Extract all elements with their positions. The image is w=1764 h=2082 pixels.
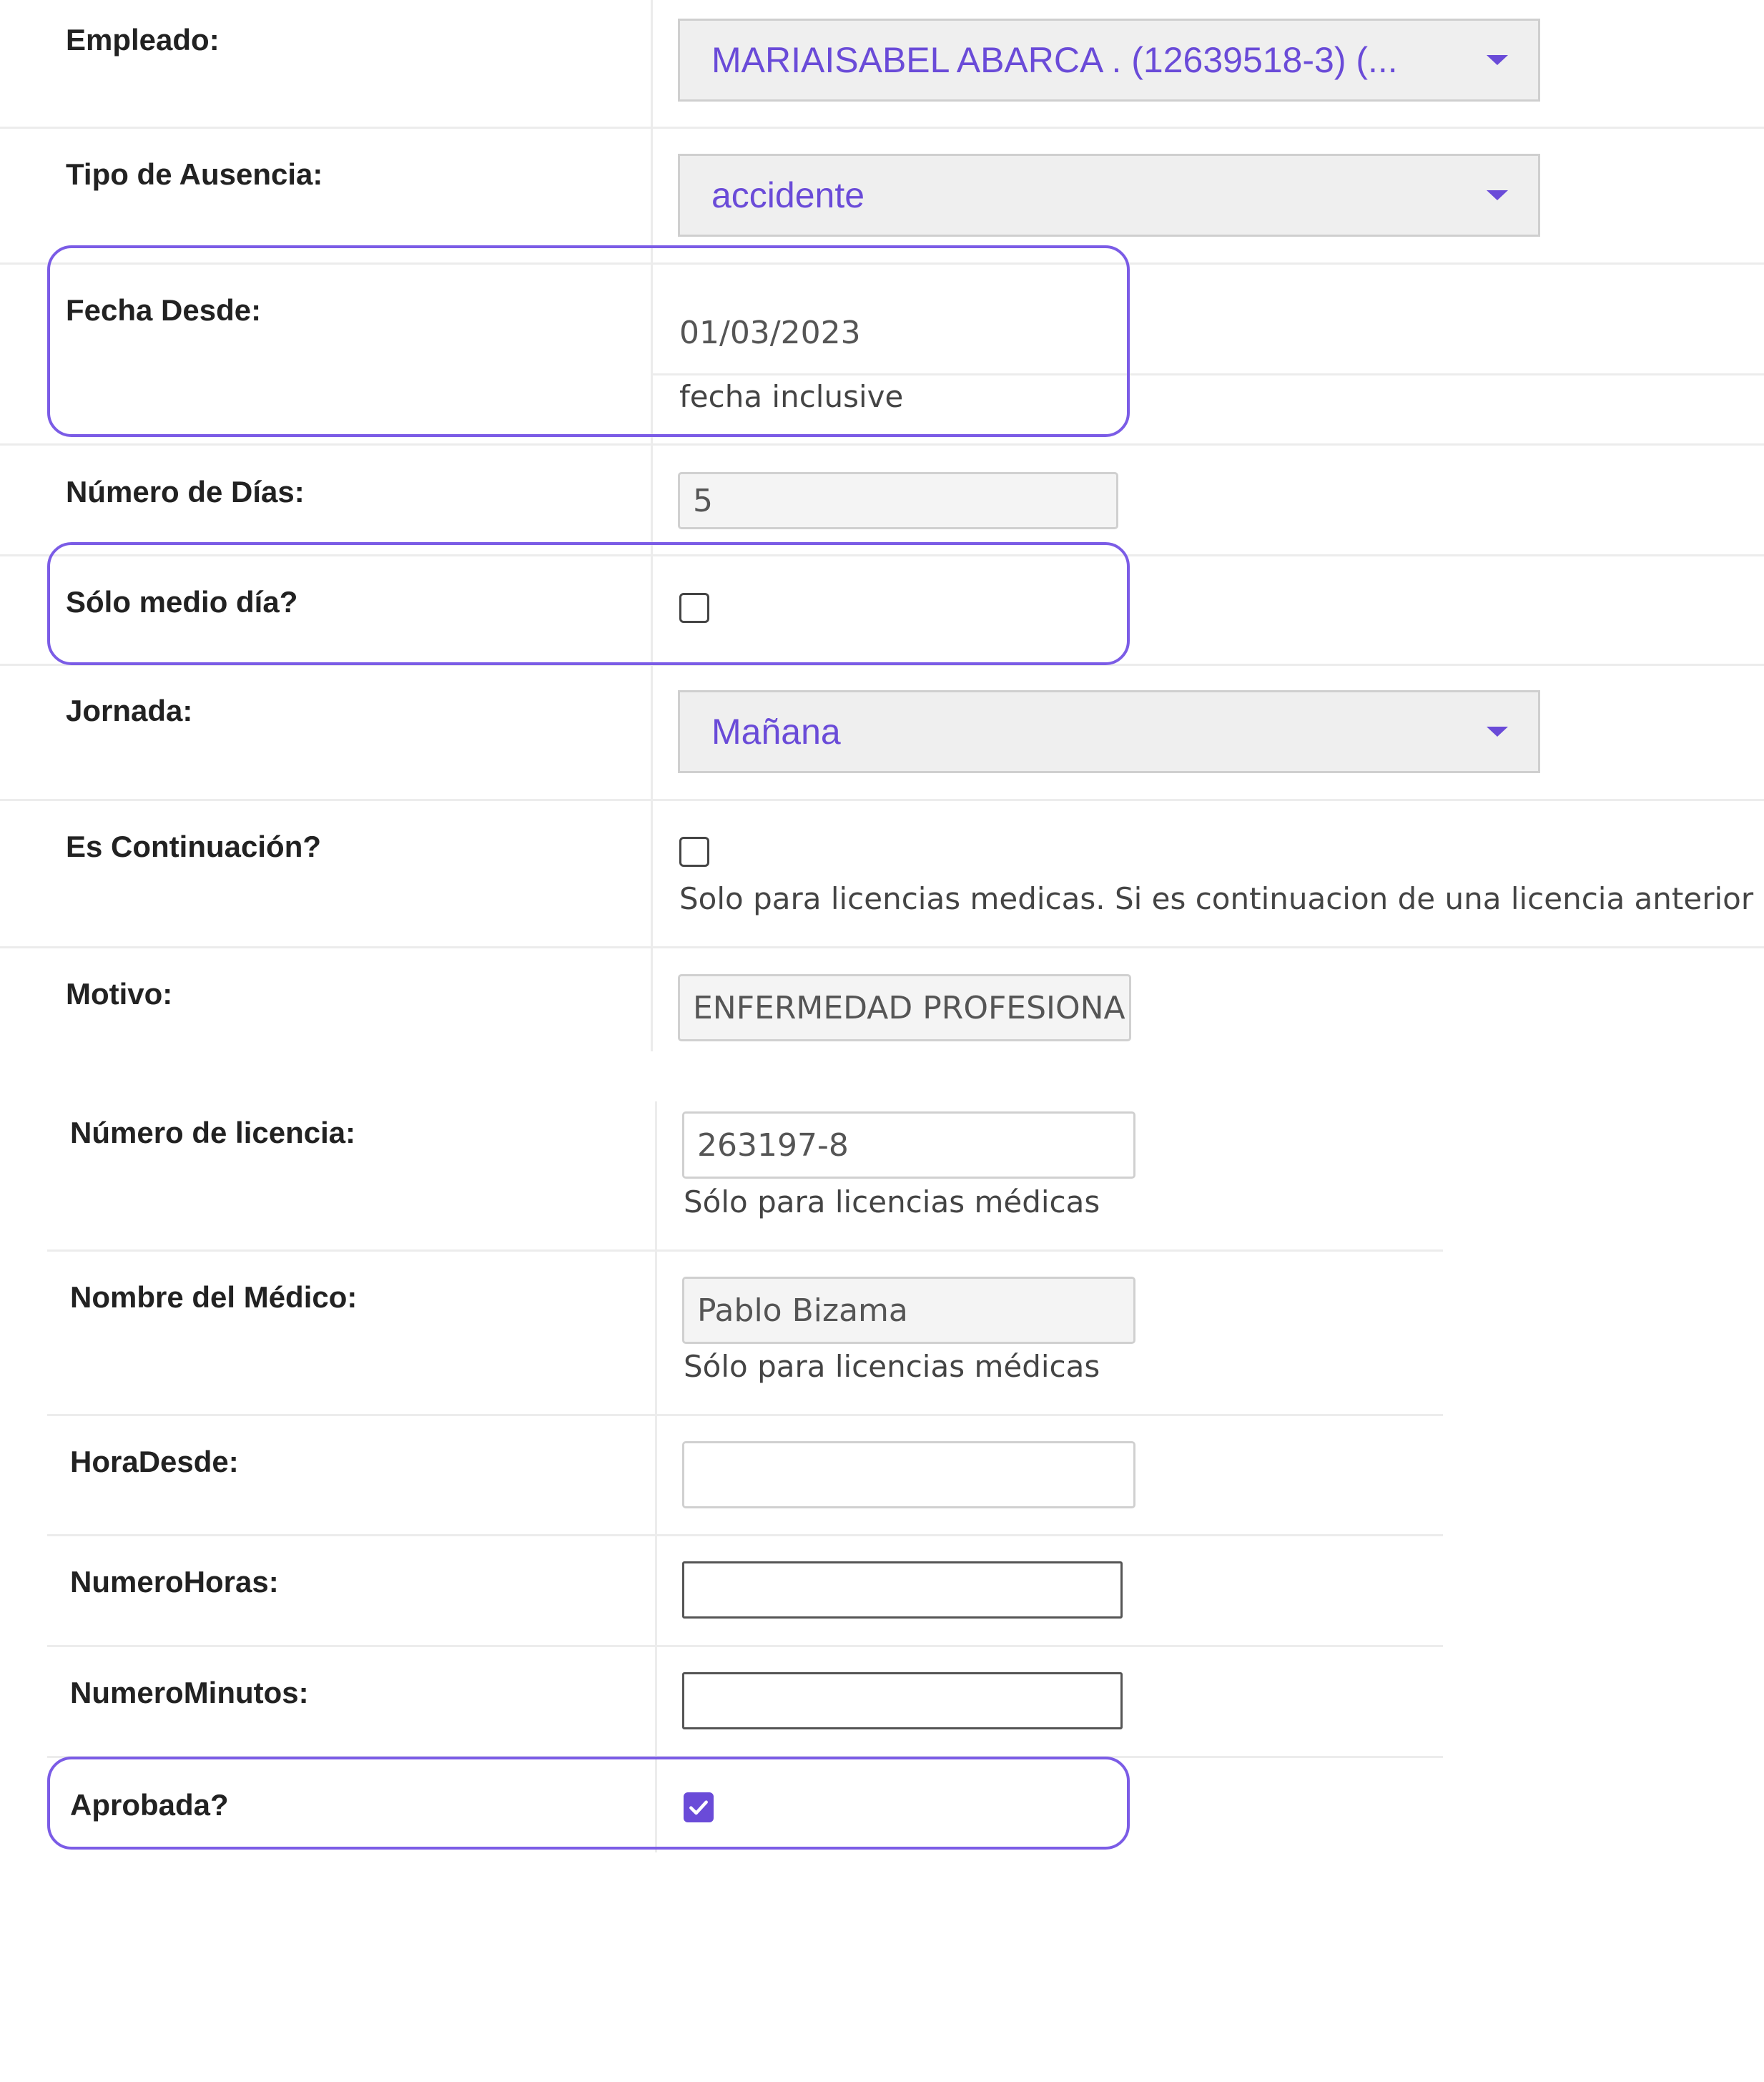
solo-medio-dia-checkbox[interactable]	[679, 593, 709, 623]
aprobada-label: Aprobada?	[70, 1788, 229, 1822]
fecha-desde-underline	[651, 373, 1764, 375]
row-divider	[0, 664, 1764, 666]
fecha-desde-label: Fecha Desde:	[66, 293, 262, 327]
row-divider	[47, 1249, 1443, 1252]
numero-horas-input[interactable]	[682, 1561, 1123, 1619]
fecha-desde-input[interactable]: 01/03/2023	[679, 315, 861, 351]
empleado-select[interactable]: MARIAISABEL ABARCA . (12639518-3) (...	[678, 19, 1540, 102]
numero-licencia-hint: Sólo para licencias médicas	[684, 1184, 1100, 1219]
chevron-down-icon	[1487, 190, 1508, 200]
chevron-down-icon	[1487, 727, 1508, 737]
row-divider	[0, 443, 1764, 446]
nombre-medico-label: Nombre del Médico:	[70, 1280, 358, 1314]
es-continuacion-label: Es Continuación?	[66, 830, 321, 863]
jornada-select[interactable]: Mañana	[678, 690, 1540, 773]
empleado-label: Empleado:	[66, 23, 220, 57]
hora-desde-input[interactable]	[682, 1441, 1135, 1508]
numero-dias-label: Número de Días:	[66, 475, 305, 509]
row-divider	[0, 946, 1764, 948]
absence-form: Empleado: MARIAISABEL ABARCA . (12639518…	[0, 0, 1764, 2082]
empleado-select-value: MARIAISABEL ABARCA . (12639518-3) (...	[711, 40, 1398, 80]
row-divider	[0, 262, 1764, 265]
nombre-medico-input[interactable]: Pablo Bizama	[682, 1277, 1135, 1344]
tipo-ausencia-label: Tipo de Ausencia:	[66, 157, 323, 191]
fecha-desde-highlight	[47, 245, 1130, 437]
row-divider	[47, 1756, 1443, 1758]
es-continuacion-hint: Solo para licencias medicas. Si es conti…	[679, 881, 1754, 916]
numero-minutos-label: NumeroMinutos:	[70, 1676, 309, 1709]
motivo-input[interactable]: ENFERMEDAD PROFESIONA	[678, 974, 1131, 1041]
column-divider	[651, 0, 653, 1051]
numero-minutos-input[interactable]	[682, 1672, 1123, 1729]
numero-licencia-label: Número de licencia:	[70, 1116, 356, 1149]
aprobada-checkbox[interactable]	[684, 1792, 714, 1822]
checkmark-icon	[689, 1800, 708, 1815]
numero-licencia-input[interactable]: 263197-8	[682, 1111, 1135, 1179]
tipo-ausencia-select-value: accidente	[711, 175, 865, 215]
nombre-medico-hint: Sólo para licencias médicas	[684, 1349, 1100, 1384]
row-divider	[0, 799, 1764, 801]
row-divider	[0, 127, 1764, 129]
es-continuacion-checkbox[interactable]	[679, 837, 709, 867]
motivo-label: Motivo:	[66, 977, 173, 1011]
jornada-select-value: Mañana	[711, 712, 841, 752]
chevron-down-icon	[1487, 55, 1508, 65]
fecha-desde-hint: fecha inclusive	[679, 379, 904, 414]
column-divider-lower	[655, 1101, 657, 1852]
numero-horas-label: NumeroHoras:	[70, 1565, 279, 1599]
solo-medio-dia-label: Sólo medio día?	[66, 585, 298, 619]
jornada-label: Jornada:	[66, 694, 193, 727]
row-divider	[47, 1534, 1443, 1536]
hora-desde-label: HoraDesde:	[70, 1445, 239, 1478]
row-divider	[47, 1414, 1443, 1416]
row-divider	[0, 554, 1764, 556]
numero-dias-input[interactable]: 5	[678, 472, 1118, 529]
row-divider	[47, 1645, 1443, 1647]
tipo-ausencia-select[interactable]: accidente	[678, 154, 1540, 237]
